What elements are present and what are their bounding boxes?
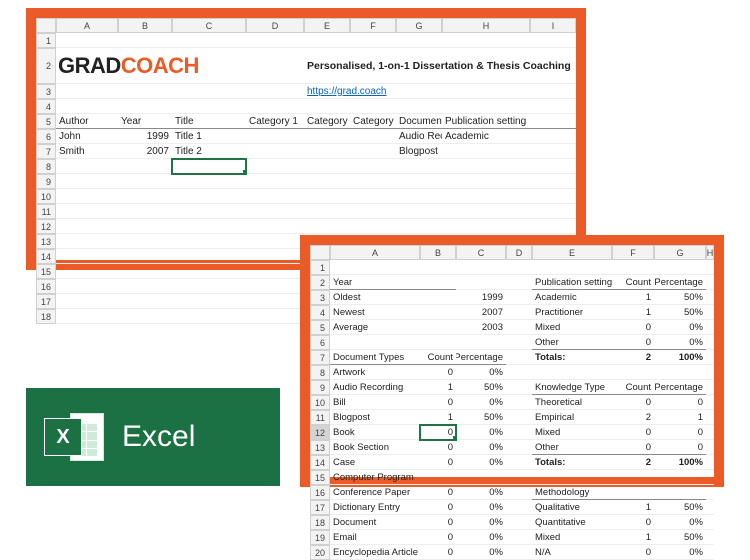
excel-label: Excel [122,420,195,454]
row-15[interactable]: 15 [36,264,56,279]
row-1[interactable]: 1 [36,33,56,48]
logo-coach: COACH [121,53,199,79]
d-title[interactable]: Title 1 [172,129,246,144]
d-doc[interactable]: Blogpost [396,144,442,159]
d-author[interactable]: John [56,129,118,144]
excel-x-icon: X [44,418,82,456]
active-cell-b12[interactable]: 0 [420,425,456,440]
blank[interactable] [56,33,576,48]
excel-badge: X Excel [26,388,280,486]
row-11[interactable]: 11 [36,204,56,219]
col-E[interactable]: E [304,18,350,33]
d-year[interactable]: 2007 [118,144,172,159]
sheet-stats-frame: A B C D E F G H 1 2 Year Publication set… [300,235,724,487]
row-8[interactable]: 8 [36,159,56,174]
h-doc[interactable]: Document type [396,114,442,129]
meth-section[interactable]: Methodology [532,485,612,500]
worksheet-stats[interactable]: A B C D E F G H 1 2 Year Publication set… [310,245,714,477]
row-18[interactable]: 18 [36,309,56,324]
col-A[interactable]: A [56,18,118,33]
row-2[interactable]: 2 [36,48,56,84]
row-16[interactable]: 16 [36,279,56,294]
h-author[interactable]: Author [56,114,118,129]
h-year[interactable]: Year [118,114,172,129]
d-pub[interactable]: Academic [442,129,530,144]
row-7[interactable]: 7 [36,144,56,159]
row-12[interactable]: 12 [36,219,56,234]
doc-section[interactable]: Document Types [330,350,420,365]
pub-section[interactable]: Publication setting [532,275,612,290]
col-I[interactable]: I [530,18,576,33]
row-13[interactable]: 13 [36,234,56,249]
col-C[interactable]: C [172,18,246,33]
excel-icon: X [44,409,104,465]
corner-cell[interactable] [36,18,56,33]
h-cat2[interactable]: Category 2 [304,114,350,129]
d-title[interactable]: Title 2 [172,144,246,159]
d-pub[interactable] [442,144,530,159]
d-year[interactable]: 1999 [118,129,172,144]
row-10[interactable]: 10 [36,189,56,204]
logo: GRADCOACH [56,48,304,84]
row-3[interactable]: 3 [36,84,56,99]
row-14[interactable]: 14 [36,249,56,264]
h-cat1[interactable]: Category 1 [246,114,304,129]
know-section[interactable]: Knowledge Type [532,380,612,395]
active-cell-c8[interactable] [172,159,246,174]
d-author[interactable]: Smith [56,144,118,159]
col-G[interactable]: G [396,18,442,33]
row-5[interactable]: 5 [36,114,56,129]
row-4[interactable]: 4 [36,99,56,114]
h-cat3[interactable]: Category 3 [350,114,396,129]
blank[interactable] [56,84,304,99]
col-F[interactable]: F [350,18,396,33]
blank[interactable] [56,99,576,114]
url-link[interactable]: https://grad.coach [304,84,576,99]
h-pub[interactable]: Publication setting [442,114,530,129]
row-9[interactable]: 9 [36,174,56,189]
h-title[interactable]: Title [172,114,246,129]
tagline: Personalised, 1-on-1 Dissertation & Thes… [304,48,576,84]
col-D[interactable]: D [246,18,304,33]
worksheet-top[interactable]: A B C D E F G H I 1 2 GRADCOACH Personal… [36,18,576,260]
col-H[interactable]: H [442,18,530,33]
col-B[interactable]: B [118,18,172,33]
row-17[interactable]: 17 [36,294,56,309]
year-section[interactable]: Year [330,275,420,290]
logo-grad: GRAD [58,53,121,79]
d-doc[interactable]: Audio Recording [396,129,442,144]
corner-cell[interactable] [310,245,330,260]
sheet-top-frame: A B C D E F G H I 1 2 GRADCOACH Personal… [26,8,586,270]
row-6[interactable]: 6 [36,129,56,144]
blank[interactable] [530,114,576,129]
